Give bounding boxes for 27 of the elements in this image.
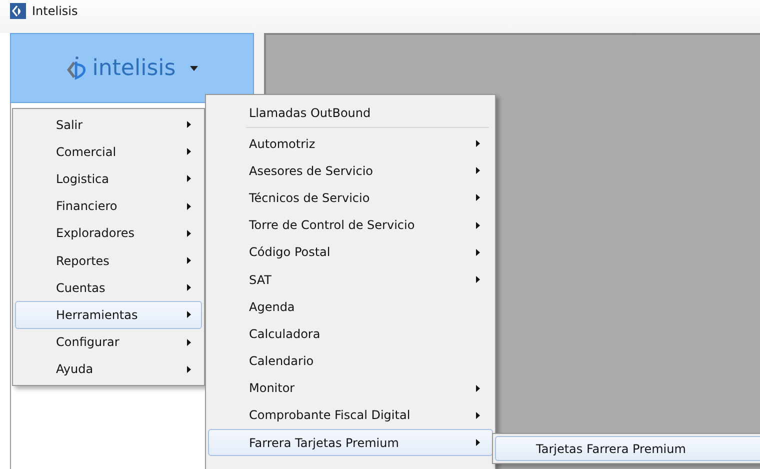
menu-item[interactable]: Reportes [15,246,202,274]
menu-item[interactable]: Automotriz [208,130,493,158]
menu-item[interactable]: Asesores de Servicio [208,157,493,184]
menu-item[interactable]: Ayuda [15,356,202,383]
menu-item[interactable]: Financiero [15,192,202,220]
menu-item[interactable]: Farrera Tarjetas Premium [208,429,493,456]
menu-item[interactable]: Comercial [15,138,202,166]
window-title: Intelisis [32,3,78,19]
caret-icon [190,66,198,70]
menu-item[interactable]: SAT [208,266,493,294]
menu-item[interactable]: Torre de Control de Servicio [208,212,493,239]
menu-item[interactable]: Técnicos de Servicio [208,184,493,212]
menu-item[interactable]: Herramientas [15,301,202,328]
menu-item[interactable]: Comprobante Fiscal Digital [208,402,493,430]
menu-item[interactable]: Salir [15,111,202,138]
menu-item[interactable]: Calendario [208,348,493,375]
menu-item[interactable]: Exploradores [15,220,202,247]
menu-item[interactable]: Logistica [15,165,202,193]
menu-item[interactable]: Tarjetas Farrera Premium [495,436,760,461]
menu-item[interactable]: Código Postal [208,238,493,266]
menu-item[interactable]: Configurar [15,328,202,356]
menu-item[interactable]: Agenda [208,293,493,320]
menu-item[interactable]: Calculadora [208,320,493,348]
menu-item[interactable]: Monitor [208,374,493,402]
menu-item[interactable]: Cuentas [15,274,202,302]
logo-icon [66,54,88,82]
app-icon[interactable] [10,3,26,19]
